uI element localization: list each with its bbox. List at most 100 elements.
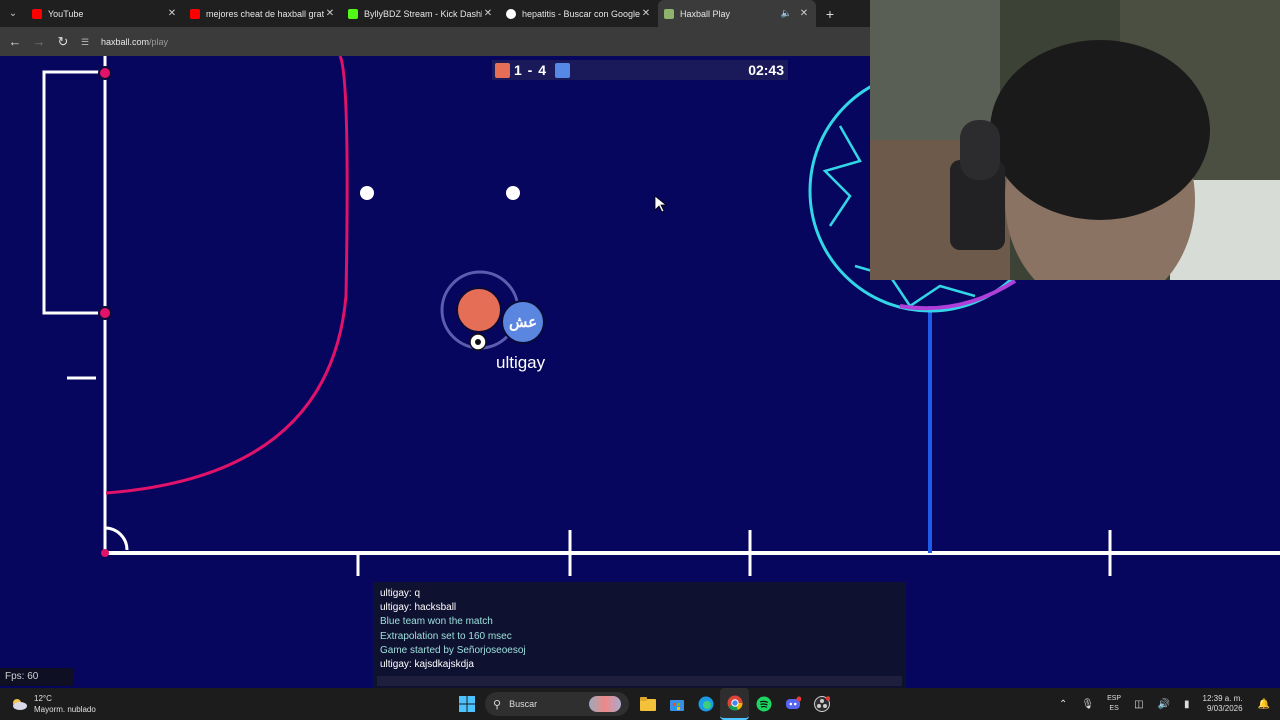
chrome-button[interactable] xyxy=(720,688,749,720)
scoreboard: 1 - 4 02:43 xyxy=(492,60,788,80)
battery-icon[interactable]: ▮ xyxy=(1184,699,1190,710)
site-info-icon[interactable]: ☰ xyxy=(81,37,95,47)
store-button[interactable] xyxy=(662,688,691,720)
windows-icon xyxy=(458,696,475,712)
edge-button[interactable] xyxy=(691,688,720,720)
tab-google-search[interactable]: hepatitis - Buscar con Google ✕ xyxy=(500,0,658,27)
chat-message: ultigay: hacksball xyxy=(380,602,457,614)
red-team-icon xyxy=(495,62,510,78)
lang-bottom: ES xyxy=(1109,705,1119,712)
browser-toolbar: ← → ↻ ☰ haxball.com/play xyxy=(0,27,870,56)
haxball-icon xyxy=(664,8,674,19)
close-tab-icon[interactable]: ✕ xyxy=(166,8,178,19)
clock[interactable]: 12:39 a. m. 9/03/2026 xyxy=(1203,694,1243,714)
chat-message: ultigay: kajsdkajskdja xyxy=(380,659,474,671)
file-explorer-button[interactable] xyxy=(633,688,662,720)
white-disc xyxy=(506,186,520,200)
weather-widget[interactable]: 12°C Mayorm. nublado xyxy=(10,688,96,720)
score: 1 - 4 xyxy=(514,62,548,78)
obs-button[interactable] xyxy=(807,688,836,720)
clock-time: 12:39 a. m. xyxy=(1202,694,1243,703)
goal-post xyxy=(98,306,112,320)
corner-post xyxy=(101,549,109,557)
network-icon[interactable]: ◫ xyxy=(1134,699,1143,710)
speaker-icon[interactable]: 🔈 xyxy=(781,8,792,19)
google-icon xyxy=(506,8,516,19)
obs-icon xyxy=(813,696,830,712)
url-path: /play xyxy=(149,36,169,47)
tab-title: YouTube xyxy=(48,8,84,19)
discord-icon xyxy=(785,696,801,709)
corner-arc xyxy=(104,526,129,551)
center-circle-accent xyxy=(899,279,1017,311)
blue-player-avatar: عش xyxy=(501,300,545,344)
chat-message: Blue team won the match xyxy=(380,616,493,628)
store-icon xyxy=(669,700,684,711)
blue-team-icon xyxy=(555,62,571,78)
windows-taskbar: 12°C Mayorm. nublado ⚲ Buscar ⌃ 🎙 ESP ES… xyxy=(0,688,1280,720)
weather-desc: Mayorm. nublado xyxy=(34,705,96,714)
taskbar-apps: ⚲ Buscar xyxy=(452,688,836,720)
penalty-arc xyxy=(105,56,349,495)
close-tab-icon[interactable]: ✕ xyxy=(640,8,652,19)
search-label: Buscar xyxy=(509,699,538,709)
tab-title: hepatitis - Buscar con Google xyxy=(522,8,640,19)
red-player xyxy=(456,287,502,333)
white-disc xyxy=(360,186,374,200)
webcam-image xyxy=(870,0,1280,280)
reload-icon[interactable]: ↻ xyxy=(51,34,75,50)
webcam-overlay xyxy=(870,0,1280,280)
close-tab-icon[interactable]: ✕ xyxy=(798,8,810,19)
language-indicator[interactable]: ESP ES xyxy=(1107,694,1121,714)
forward-arrow-icon[interactable]: → xyxy=(27,34,51,49)
browser-tab-bar: ⌄ YouTube ✕ mejores cheat de haxball gra… xyxy=(0,0,870,27)
search-icon: ⚲ xyxy=(493,698,502,711)
mouse-cursor-icon xyxy=(654,195,668,213)
notifications-bell-icon[interactable]: 🔔 xyxy=(1258,699,1270,710)
new-tab-button[interactable]: + xyxy=(820,6,840,22)
spotify-button[interactable] xyxy=(749,688,778,720)
match-timer: 02:43 xyxy=(748,62,784,78)
close-tab-icon[interactable]: ✕ xyxy=(324,8,336,19)
edge-icon xyxy=(698,696,713,712)
goal-post xyxy=(98,66,112,80)
close-tab-icon[interactable]: ✕ xyxy=(482,8,494,19)
kick-icon xyxy=(348,8,358,19)
url-host: haxball.com xyxy=(101,36,150,47)
microphone-icon[interactable]: 🎙 xyxy=(1081,699,1094,710)
goal-net xyxy=(42,70,105,315)
start-button[interactable] xyxy=(452,688,481,720)
discord-button[interactable] xyxy=(778,688,807,720)
tab-search-chevron-icon[interactable]: ⌄ xyxy=(0,0,26,27)
screen: ⌄ YouTube ✕ mejores cheat de haxball gra… xyxy=(0,0,1280,720)
address-bar[interactable]: ☰ haxball.com/play xyxy=(81,37,168,47)
fps-counter: Fps: 60 xyxy=(0,668,74,686)
tab-cheat-search[interactable]: mejores cheat de haxball gratis ✕ xyxy=(184,0,342,27)
lang-top: ESP xyxy=(1107,695,1122,702)
tab-title: ByllyBDZ Stream - Kick Dashbo xyxy=(364,8,482,19)
spotify-icon xyxy=(756,696,771,712)
weather-temp: 12°C xyxy=(34,694,52,703)
chat-input[interactable] xyxy=(377,676,902,686)
volume-icon[interactable]: 🔊 xyxy=(1158,699,1170,710)
cloud-icon xyxy=(13,699,27,710)
chrome-icon xyxy=(727,695,743,711)
chevron-up-icon[interactable]: ⌃ xyxy=(1059,699,1067,710)
folder-icon xyxy=(639,697,656,711)
back-arrow-icon[interactable]: ← xyxy=(3,34,27,49)
tab-youtube[interactable]: YouTube ✕ xyxy=(26,0,184,27)
tab-title: mejores cheat de haxball gratis xyxy=(206,8,324,19)
system-tray: ⌃ 🎙 ESP ES ◫ 🔊 ▮ 12:39 a. m. 9/03/2026 🔔 xyxy=(1052,688,1280,720)
youtube-icon xyxy=(190,8,200,19)
ball-icon-center xyxy=(475,339,481,345)
chat-message: Game started by Señorjoseoesoj xyxy=(380,644,526,656)
player-name-label: ultigay xyxy=(496,353,546,372)
youtube-icon xyxy=(32,8,42,19)
chat-message: Extrapolation set to 160 msec xyxy=(380,630,512,642)
taskbar-search[interactable]: ⚲ Buscar xyxy=(485,692,629,716)
clock-date: 9/03/2026 xyxy=(1206,704,1243,713)
tab-title: Haxball Play xyxy=(680,8,731,19)
search-highlight-icon xyxy=(589,696,621,712)
tab-haxball-play[interactable]: Haxball Play 🔈 ✕ xyxy=(658,0,816,27)
tab-kick-dashboard[interactable]: ByllyBDZ Stream - Kick Dashbo ✕ xyxy=(342,0,500,27)
